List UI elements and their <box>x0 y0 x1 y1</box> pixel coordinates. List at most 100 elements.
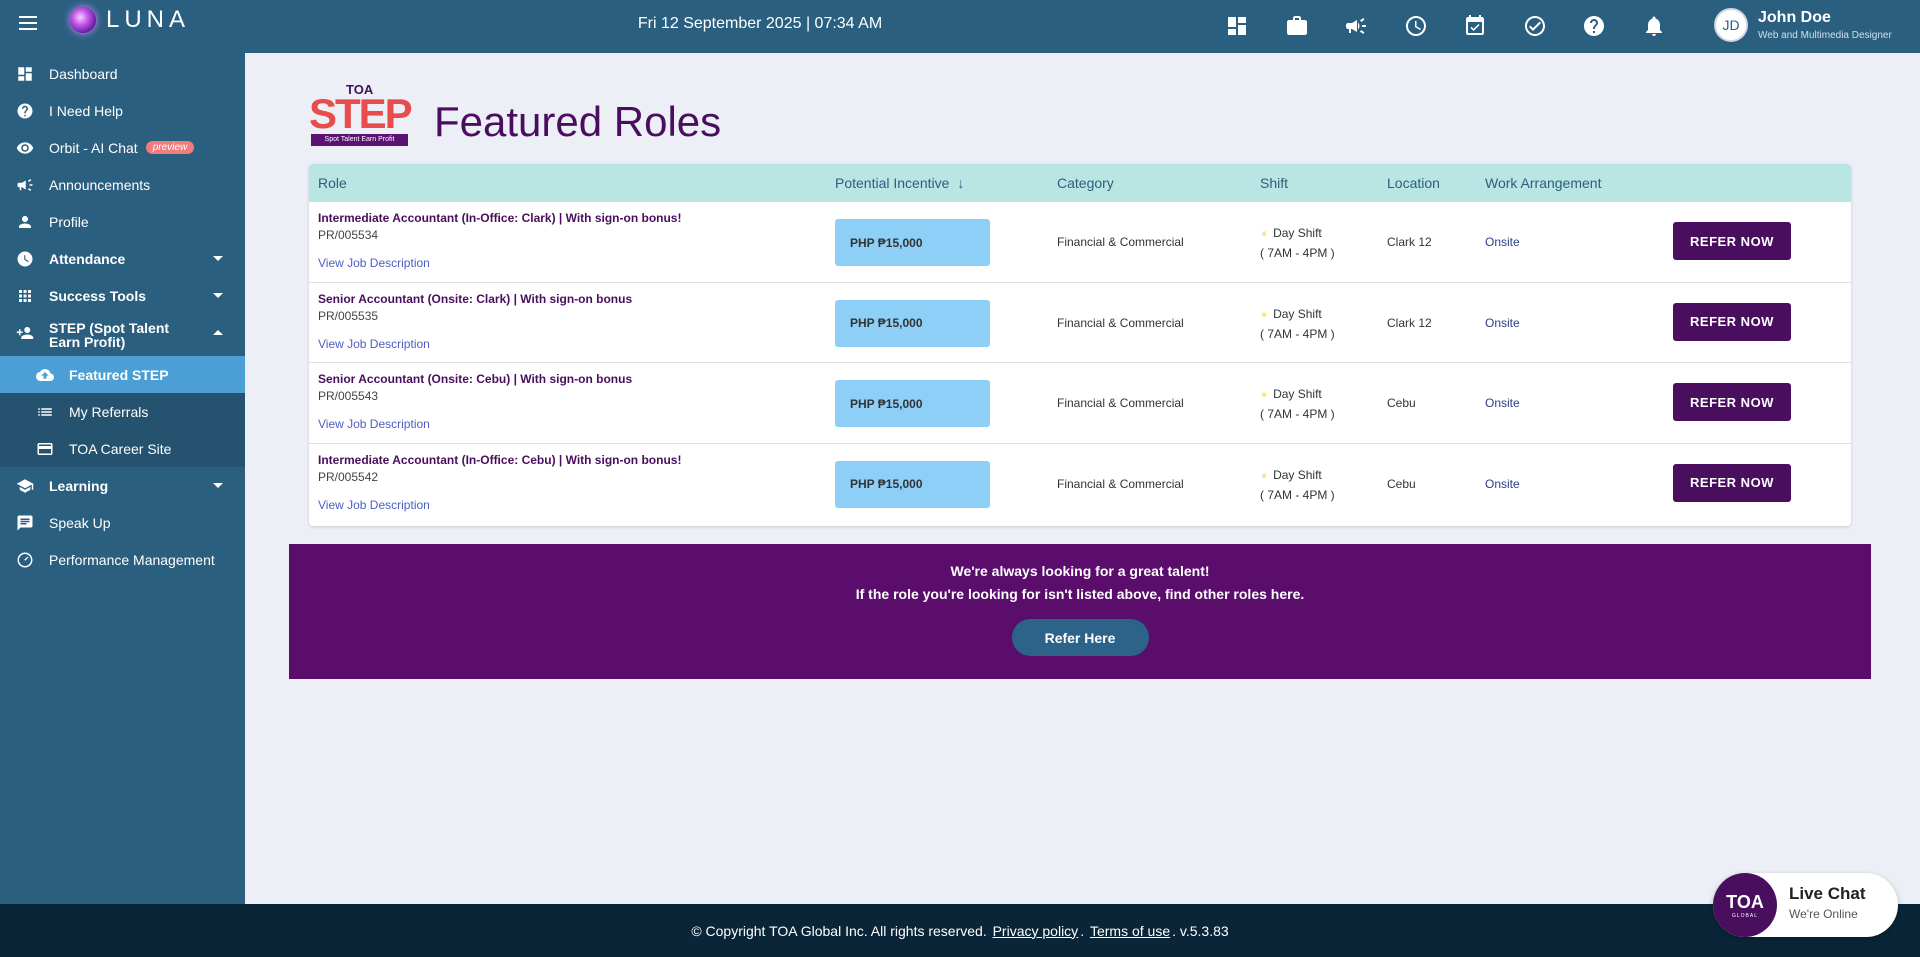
refer-now-button[interactable]: REFER NOW <box>1673 302 1791 341</box>
sidebar-item-attendance[interactable]: Attendance <box>0 240 245 277</box>
toa-global-logo: TOA GLOBAL <box>1713 873 1777 937</box>
sidebar-item-speak-up[interactable]: Speak Up <box>0 504 245 541</box>
role-code: PR/005543 <box>318 389 379 403</box>
logo-step-text: STEP <box>309 90 413 137</box>
check-circle-icon[interactable] <box>1522 13 1548 39</box>
role-work-arrangement: Onsite <box>1485 235 1520 249</box>
bell-icon[interactable] <box>1641 13 1667 39</box>
table-row: Intermediate Accountant (In-Office: Clar… <box>309 202 1851 283</box>
sidebar-item-featured-step[interactable]: Featured STEP <box>0 356 245 393</box>
sidebar-item-label: TOA Career Site <box>69 440 172 457</box>
megaphone-icon[interactable] <box>1343 13 1369 39</box>
shift-hours: ( 7AM - 4PM ) <box>1260 487 1335 502</box>
view-job-description-link[interactable]: View Job Description <box>318 498 430 512</box>
column-header-label: Potential Incentive <box>835 175 950 191</box>
role-location: Clark 12 <box>1387 315 1432 330</box>
sidebar-item-i-need-help[interactable]: I Need Help <box>0 92 245 129</box>
user-menu[interactable]: JD John Doe Web and Multimedia Designer <box>1714 8 1892 42</box>
gauge-icon <box>16 551 34 569</box>
shift-name: Day Shift <box>1273 306 1322 321</box>
role-shift: ☀ Day Shift ( 7AM - 4PM ) <box>1260 224 1335 263</box>
sidebar-item-performance-management[interactable]: Performance Management <box>0 541 245 578</box>
sidebar-item-profile[interactable]: Profile <box>0 203 245 240</box>
table-header: Role Potential Incentive ↓ Category Shift… <box>309 164 1851 202</box>
role-location: Clark 12 <box>1387 235 1432 249</box>
person-icon <box>16 213 34 231</box>
refer-now-button[interactable]: REFER NOW <box>1673 463 1791 502</box>
privacy-policy-link[interactable]: Privacy policy <box>993 923 1079 939</box>
sidebar-item-announcements[interactable]: Announcements <box>0 166 245 203</box>
shift-name: Day Shift <box>1273 226 1322 240</box>
role-work-arrangement: Onsite <box>1485 315 1520 330</box>
sidebar-item-success-tools[interactable]: Success Tools <box>0 277 245 314</box>
sidebar-item-learning[interactable]: Learning <box>0 467 245 504</box>
column-header-incentive[interactable]: Potential Incentive ↓ <box>835 175 964 191</box>
refer-now-button[interactable]: REFER NOW <box>1673 222 1791 260</box>
role-shift: ☀ Day Shift ( 7AM - 4PM ) <box>1260 305 1335 344</box>
sidebar-item-step[interactable]: STEP (Spot Talent Earn Profit) <box>0 314 245 356</box>
list-icon <box>36 403 54 421</box>
sidebar-item-label: Learning <box>49 477 109 494</box>
shift-hours: ( 7AM - 4PM ) <box>1260 326 1335 341</box>
terms-of-use-link[interactable]: Terms of use <box>1090 923 1170 939</box>
sidebar-item-label: Dashboard <box>49 65 118 82</box>
role-code: PR/005534 <box>318 228 379 242</box>
refer-here-button[interactable]: Refer Here <box>1011 619 1149 656</box>
calendar-check-icon[interactable] <box>1462 13 1488 39</box>
sun-icon: ☀ <box>1260 470 1269 481</box>
incentive-badge: PHP ₱15,000 <box>835 460 990 508</box>
user-name: John Doe <box>1758 9 1831 26</box>
incentive-badge: PHP ₱15,000 <box>835 299 990 347</box>
view-job-description-link[interactable]: View Job Description <box>318 337 430 351</box>
toa-step-logo: TOA STEP Spot Talent Earn Profit <box>309 82 413 148</box>
grid-icon <box>16 287 34 305</box>
help-icon[interactable] <box>1581 13 1607 39</box>
sidebar-item-label: Announcements <box>49 176 151 193</box>
dashboard-icon[interactable] <box>1224 13 1250 39</box>
role-code: PR/005535 <box>318 308 379 323</box>
banner-headline: We're always looking for a great talent! <box>950 563 1210 579</box>
clock-icon[interactable] <box>1403 13 1429 39</box>
sidebar-item-orbit-ai-chat[interactable]: Orbit - AI Chat preview <box>0 129 245 166</box>
column-header-work-arrangement: Work Arrangement <box>1485 175 1602 191</box>
footer: © Copyright TOA Global Inc. All rights r… <box>0 904 1920 957</box>
top-bar: LUNA Fri 12 September 2025 | 07:34 AM JD… <box>0 0 1920 53</box>
role-title: Senior Accountant (Onsite: Clark) | With… <box>318 291 633 306</box>
sidebar-item-label: Attendance <box>49 250 126 267</box>
role-shift: ☀ Day Shift ( 7AM - 4PM ) <box>1260 385 1335 424</box>
chevron-down-icon <box>213 483 223 488</box>
column-header-category: Category <box>1057 175 1114 191</box>
view-job-description-link[interactable]: View Job Description <box>318 256 430 270</box>
sidebar-item-dashboard[interactable]: Dashboard <box>0 55 245 92</box>
incentive-badge: PHP ₱15,000 <box>835 380 990 427</box>
role-location: Cebu <box>1387 396 1416 410</box>
role-work-arrangement: Onsite <box>1485 396 1520 410</box>
table-row: Intermediate Accountant (In-Office: Cebu… <box>309 444 1851 525</box>
preview-badge: preview <box>145 141 195 154</box>
sidebar-item-my-referrals[interactable]: My Referrals <box>0 393 245 430</box>
live-chat-widget[interactable]: TOA GLOBAL Live Chat We're Online <box>1713 873 1898 937</box>
briefcase-icon[interactable] <box>1284 13 1310 39</box>
sun-icon: ☀ <box>1260 390 1269 400</box>
sun-icon: ☀ <box>1260 229 1269 239</box>
refer-now-button[interactable]: REFER NOW <box>1673 383 1791 421</box>
role-title: Senior Accountant (Onsite: Cebu) | With … <box>318 372 633 386</box>
chat-icon <box>16 514 34 532</box>
eye-icon <box>16 139 34 157</box>
column-header-location: Location <box>1387 175 1440 191</box>
role-title: Intermediate Accountant (In-Office: Clar… <box>318 211 682 225</box>
step-submenu: Featured STEP My Referrals TOA Career Si… <box>0 356 245 467</box>
table-row: Senior Accountant (Onsite: Clark) | With… <box>309 283 1851 363</box>
role-shift: ☀ Day Shift ( 7AM - 4PM ) <box>1260 466 1335 505</box>
sidebar-item-label: STEP (Spot Talent Earn Profit) <box>49 320 170 350</box>
role-category: Financial & Commercial <box>1057 476 1184 491</box>
view-job-description-link[interactable]: View Job Description <box>318 417 430 431</box>
megaphone-icon <box>16 176 34 194</box>
sidebar-item-toa-career-site[interactable]: TOA Career Site <box>0 430 245 467</box>
chevron-up-icon <box>213 330 223 335</box>
sidebar-item-label: My Referrals <box>69 403 149 420</box>
sun-icon: ☀ <box>1260 309 1269 320</box>
role-work-arrangement: Onsite <box>1485 476 1520 491</box>
sidebar: Dashboard I Need Help Orbit - AI Chat pr… <box>0 53 245 904</box>
top-icon-bar <box>1224 13 1700 39</box>
